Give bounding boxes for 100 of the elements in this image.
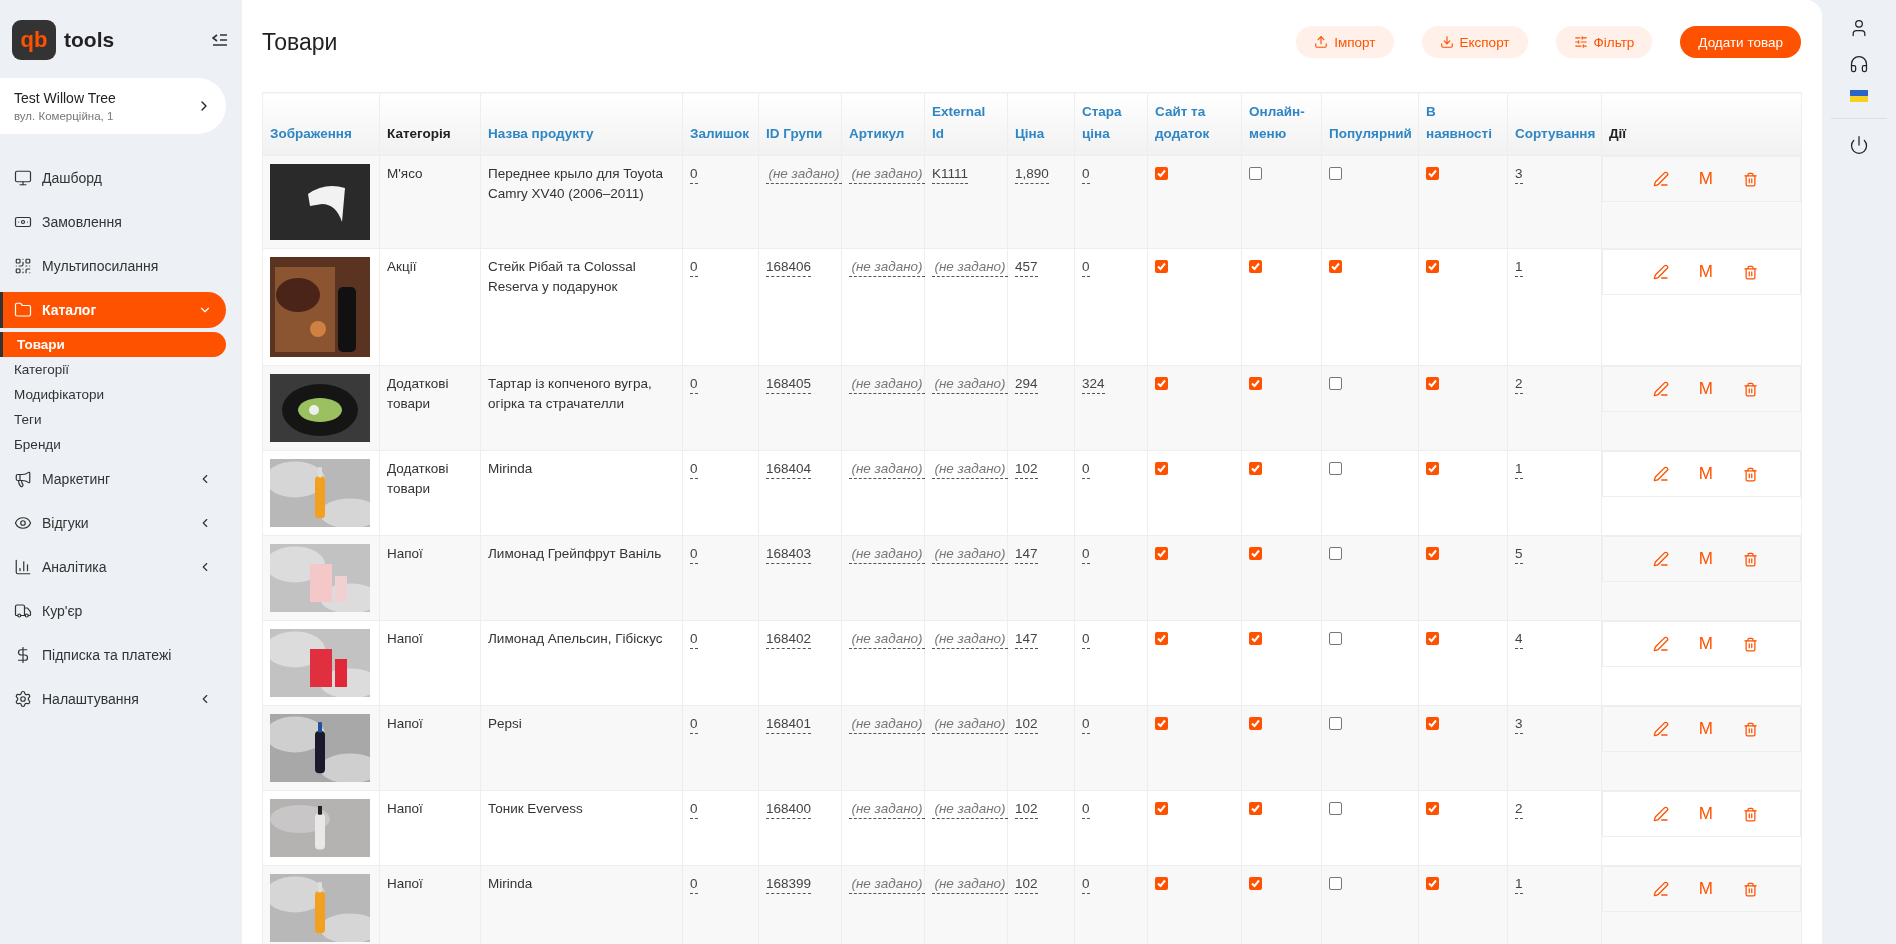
delete-button[interactable]	[1743, 806, 1758, 822]
checkbox[interactable]	[1249, 717, 1262, 730]
flag-icon[interactable]	[1850, 90, 1868, 102]
editable-value[interactable]: 457	[1015, 258, 1038, 277]
editable-value[interactable]: 168401	[766, 715, 812, 734]
editable-value[interactable]: 0	[1082, 258, 1090, 277]
column-header[interactable]: Залишок	[682, 92, 759, 156]
checkbox[interactable]	[1155, 547, 1168, 560]
column-header[interactable]: Стара ціна	[1074, 92, 1148, 156]
edit-button[interactable]	[1652, 881, 1669, 897]
checkbox[interactable]	[1329, 877, 1342, 890]
checkbox[interactable]	[1249, 462, 1262, 475]
column-header[interactable]: В наявності	[1418, 92, 1508, 156]
nav-item[interactable]: Маркетинг	[0, 461, 226, 497]
column-header[interactable]: Ціна	[1007, 92, 1075, 156]
edit-button[interactable]	[1652, 551, 1669, 567]
editable-value[interactable]: 0	[690, 800, 698, 819]
editable-value[interactable]: 1,890	[1015, 165, 1049, 184]
column-header[interactable]: Назва продукту	[480, 92, 683, 156]
editable-value[interactable]: 0	[1082, 460, 1090, 479]
editable-value[interactable]: 1	[1515, 460, 1523, 479]
checkbox[interactable]	[1249, 260, 1262, 273]
checkbox[interactable]	[1155, 167, 1168, 180]
checkbox[interactable]	[1249, 547, 1262, 560]
editable-value[interactable]: (не задано)	[932, 545, 1008, 564]
editable-value[interactable]: 0	[690, 375, 698, 394]
checkbox[interactable]	[1426, 260, 1439, 273]
editable-value[interactable]: 147	[1015, 545, 1038, 564]
checkbox[interactable]	[1329, 167, 1342, 180]
delete-button[interactable]	[1743, 381, 1758, 397]
checkbox[interactable]	[1329, 632, 1342, 645]
editable-value[interactable]: (не задано)	[849, 715, 925, 734]
nav-item[interactable]: Дашборд	[0, 160, 226, 196]
editable-value[interactable]: (не задано)	[932, 630, 1008, 649]
editable-value[interactable]: 324	[1082, 375, 1105, 394]
nav-subitem[interactable]: Бренди	[0, 432, 226, 457]
nav-item[interactable]: Кур'єр	[0, 593, 226, 629]
nav-subitem[interactable]: Категорії	[0, 357, 226, 382]
editable-value[interactable]: (не задано)	[932, 715, 1008, 734]
editable-value[interactable]: 168406	[766, 258, 812, 277]
power-icon[interactable]	[1849, 135, 1869, 155]
checkbox[interactable]	[1155, 877, 1168, 890]
nav-subitem[interactable]: Модифікатори	[0, 382, 226, 407]
editable-value[interactable]: 0	[1082, 875, 1090, 894]
editable-value[interactable]: (не задано)	[932, 460, 1008, 479]
collapse-sidebar-icon[interactable]	[212, 33, 228, 47]
checkbox[interactable]	[1155, 462, 1168, 475]
delete-button[interactable]	[1743, 721, 1758, 737]
editable-value[interactable]: (не задано)	[849, 545, 925, 564]
nav-item[interactable]: Налаштування	[0, 681, 226, 717]
editable-value[interactable]: 102	[1015, 460, 1038, 479]
delete-button[interactable]	[1743, 881, 1758, 897]
editable-value[interactable]: 102	[1015, 800, 1038, 819]
editable-value[interactable]: 1	[1515, 875, 1523, 894]
checkbox[interactable]	[1426, 632, 1439, 645]
editable-value[interactable]: 168404	[766, 460, 812, 479]
edit-button[interactable]	[1652, 264, 1669, 280]
editable-value[interactable]: 0	[690, 630, 698, 649]
editable-value[interactable]: (не задано)	[849, 630, 925, 649]
editable-value[interactable]: 3	[1515, 715, 1523, 734]
delete-button[interactable]	[1743, 551, 1758, 567]
delete-button[interactable]	[1743, 264, 1758, 280]
editable-value[interactable]: 0	[690, 460, 698, 479]
editable-value[interactable]: 168402	[766, 630, 812, 649]
editable-value[interactable]: 0	[690, 715, 698, 734]
checkbox[interactable]	[1329, 547, 1342, 560]
checkbox[interactable]	[1329, 717, 1342, 730]
editable-value[interactable]: 0	[690, 545, 698, 564]
column-header[interactable]: Сайт та додаток	[1147, 92, 1242, 156]
checkbox[interactable]	[1249, 377, 1262, 390]
editable-value[interactable]: (не задано)	[849, 258, 925, 277]
checkbox[interactable]	[1329, 377, 1342, 390]
checkbox[interactable]	[1329, 802, 1342, 815]
edit-button[interactable]	[1652, 806, 1669, 822]
editable-value[interactable]: 2	[1515, 375, 1523, 394]
checkbox[interactable]	[1329, 260, 1342, 273]
editable-value[interactable]: (не задано)	[849, 460, 925, 479]
editable-value[interactable]: 102	[1015, 715, 1038, 734]
delete-button[interactable]	[1743, 171, 1758, 187]
editable-value[interactable]: 1	[1515, 258, 1523, 277]
delete-button[interactable]	[1743, 636, 1758, 652]
edit-button[interactable]	[1652, 381, 1669, 397]
editable-value[interactable]: 0	[1082, 545, 1090, 564]
store-selector[interactable]: Test Willow Tree вул. Комерційна, 1	[0, 78, 226, 134]
headset-icon[interactable]	[1849, 54, 1869, 74]
checkbox[interactable]	[1249, 167, 1262, 180]
checkbox[interactable]	[1426, 167, 1439, 180]
editable-value[interactable]: 0	[690, 875, 698, 894]
nav-item[interactable]: Аналітика	[0, 549, 226, 585]
checkbox[interactable]	[1155, 377, 1168, 390]
checkbox[interactable]	[1155, 802, 1168, 815]
editable-value[interactable]: 0	[1082, 165, 1090, 184]
editable-value[interactable]: 102	[1015, 875, 1038, 894]
checkbox[interactable]	[1249, 877, 1262, 890]
editable-value[interactable]: (не задано)	[849, 375, 925, 394]
nav-subitem[interactable]: Теги	[0, 407, 226, 432]
checkbox[interactable]	[1249, 632, 1262, 645]
editable-value[interactable]: 0	[1082, 800, 1090, 819]
edit-button[interactable]	[1652, 466, 1669, 482]
editable-value[interactable]: 4	[1515, 630, 1523, 649]
